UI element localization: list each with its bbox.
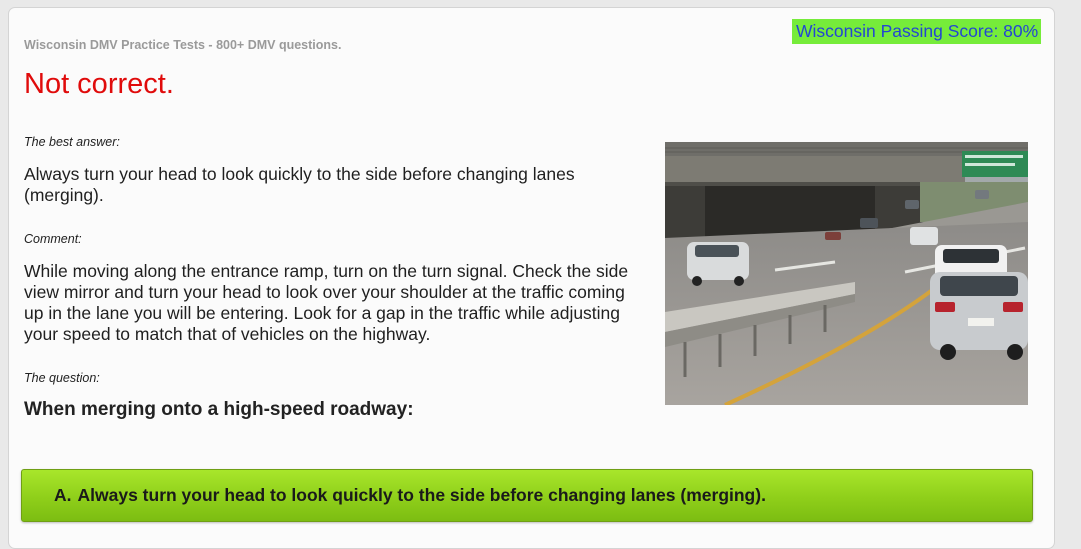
answer-option-letter: A. bbox=[54, 485, 72, 505]
quiz-card: Wisconsin Passing Score: 80% Wisconsin D… bbox=[8, 7, 1055, 549]
highway-merge-photo bbox=[665, 142, 1028, 405]
site-title: Wisconsin DMV Practice Tests - 800+ DMV … bbox=[24, 38, 342, 52]
comment-text: While moving along the entrance ramp, tu… bbox=[24, 261, 629, 344]
best-answer-text: Always turn your head to look quickly to… bbox=[24, 164, 575, 205]
passing-score-badge: Wisconsin Passing Score: 80% bbox=[792, 19, 1042, 44]
comment-label: Comment: bbox=[24, 232, 82, 246]
answer-option-a[interactable]: A. Always turn your head to look quickly … bbox=[21, 469, 1033, 522]
answer-option-text: Always turn your head to look quickly to… bbox=[77, 485, 766, 505]
best-answer-label: The best answer: bbox=[24, 135, 120, 149]
question-text: When merging onto a high-speed roadway: bbox=[24, 399, 414, 420]
answer-option-label: A. Always turn your head to look quickly … bbox=[54, 485, 766, 506]
answer-result-status: Not correct. bbox=[24, 68, 174, 100]
question-label: The question: bbox=[24, 371, 100, 385]
